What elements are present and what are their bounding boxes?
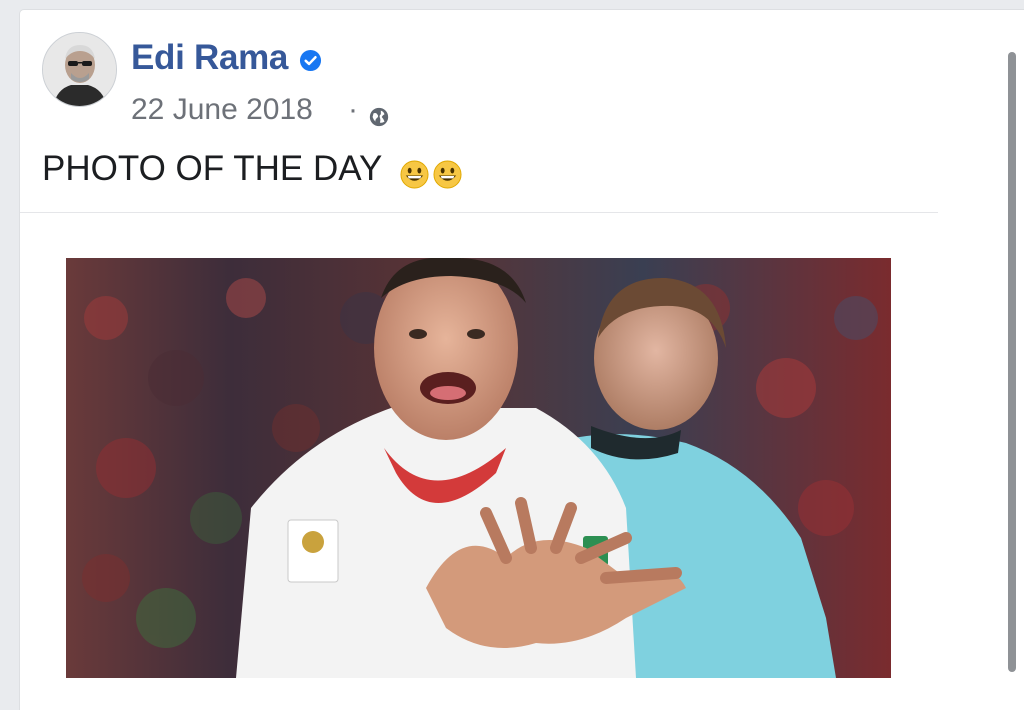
grinning-face-emoji-icon	[400, 160, 429, 189]
scrollbar[interactable]	[1008, 52, 1016, 672]
post-date[interactable]: 22 June 2018	[131, 93, 313, 127]
post-text: PHOTO OF THE DAY	[42, 149, 383, 188]
grinning-face-emoji-icon	[433, 160, 462, 189]
author-name[interactable]: Edi Rama	[131, 38, 288, 78]
post-photo[interactable]	[66, 258, 891, 678]
author-avatar[interactable]	[42, 32, 117, 107]
globe-icon[interactable]	[368, 106, 390, 128]
avatar-portrait-icon	[43, 33, 116, 106]
meta-separator: ·	[348, 93, 358, 126]
football-player-photo	[66, 258, 891, 678]
verified-badge-icon	[299, 49, 322, 72]
post-divider	[20, 212, 938, 213]
